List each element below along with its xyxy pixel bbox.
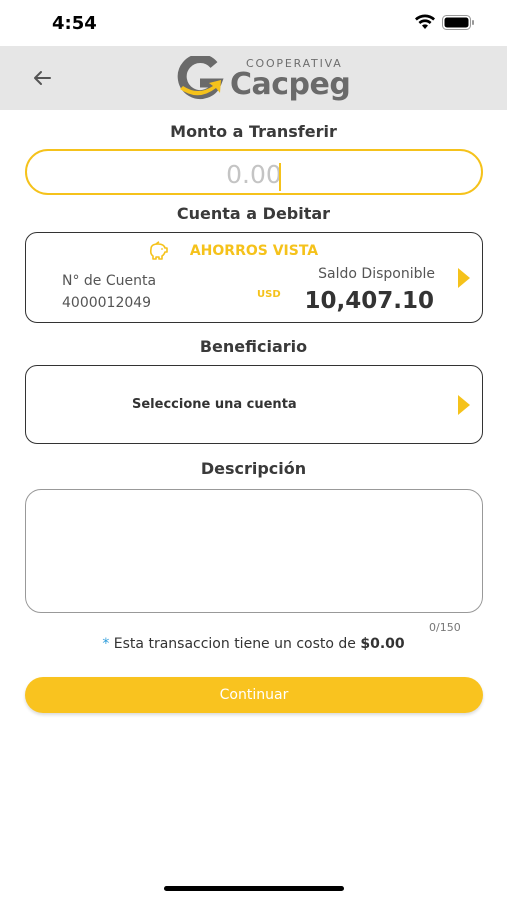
cost-note-text: Esta transaccion tiene un costo de	[109, 636, 361, 652]
arrow-left-icon[interactable]	[28, 64, 56, 92]
debit-account-label: Cuenta a Debitar	[176, 204, 331, 223]
logo-name-text: Cacpeg	[230, 67, 351, 102]
play-arrow-icon	[458, 268, 470, 288]
currency-label: USD	[257, 289, 281, 300]
balance-label: Saldo Disponible	[318, 266, 435, 282]
continue-button[interactable]: Continuar	[25, 677, 483, 713]
account-number: 4000012049	[62, 295, 152, 311]
description-label: Descripción	[200, 459, 307, 478]
amount-placeholder: 0.00	[226, 160, 282, 189]
amount-input[interactable]: 0.00	[25, 149, 483, 195]
description-textarea[interactable]	[25, 489, 483, 613]
cacpeg-logo: COOPERATIVA Cacpeg	[174, 54, 374, 104]
app-header: COOPERATIVA Cacpeg	[0, 46, 507, 110]
beneficiary-selector[interactable]: Seleccione una cuenta	[25, 365, 483, 444]
transaction-cost-note: * Esta transaccion tiene un costo de $0.…	[0, 636, 507, 652]
account-number-label: N° de Cuenta	[62, 273, 157, 289]
balance-value: 10,407.10	[304, 288, 435, 314]
status-bar: 4:54	[0, 0, 507, 46]
play-arrow-icon	[458, 395, 470, 415]
character-counter: 0/150	[429, 621, 461, 634]
beneficiary-placeholder: Seleccione una cuenta	[132, 397, 297, 412]
wifi-icon	[415, 14, 435, 29]
account-type: AHORROS VISTA	[189, 243, 319, 259]
cost-amount: $0.00	[360, 636, 405, 652]
status-time: 4:54	[52, 13, 97, 34]
battery-icon	[442, 15, 474, 30]
debit-account-card[interactable]: AHORROS VISTA N° de Cuenta 4000012049 Sa…	[25, 232, 483, 323]
logo-g-icon	[177, 56, 224, 100]
text-caret	[279, 163, 281, 191]
home-indicator	[164, 886, 344, 891]
beneficiary-label: Beneficiario	[199, 337, 308, 356]
amount-label: Monto a Transferir	[170, 122, 337, 141]
